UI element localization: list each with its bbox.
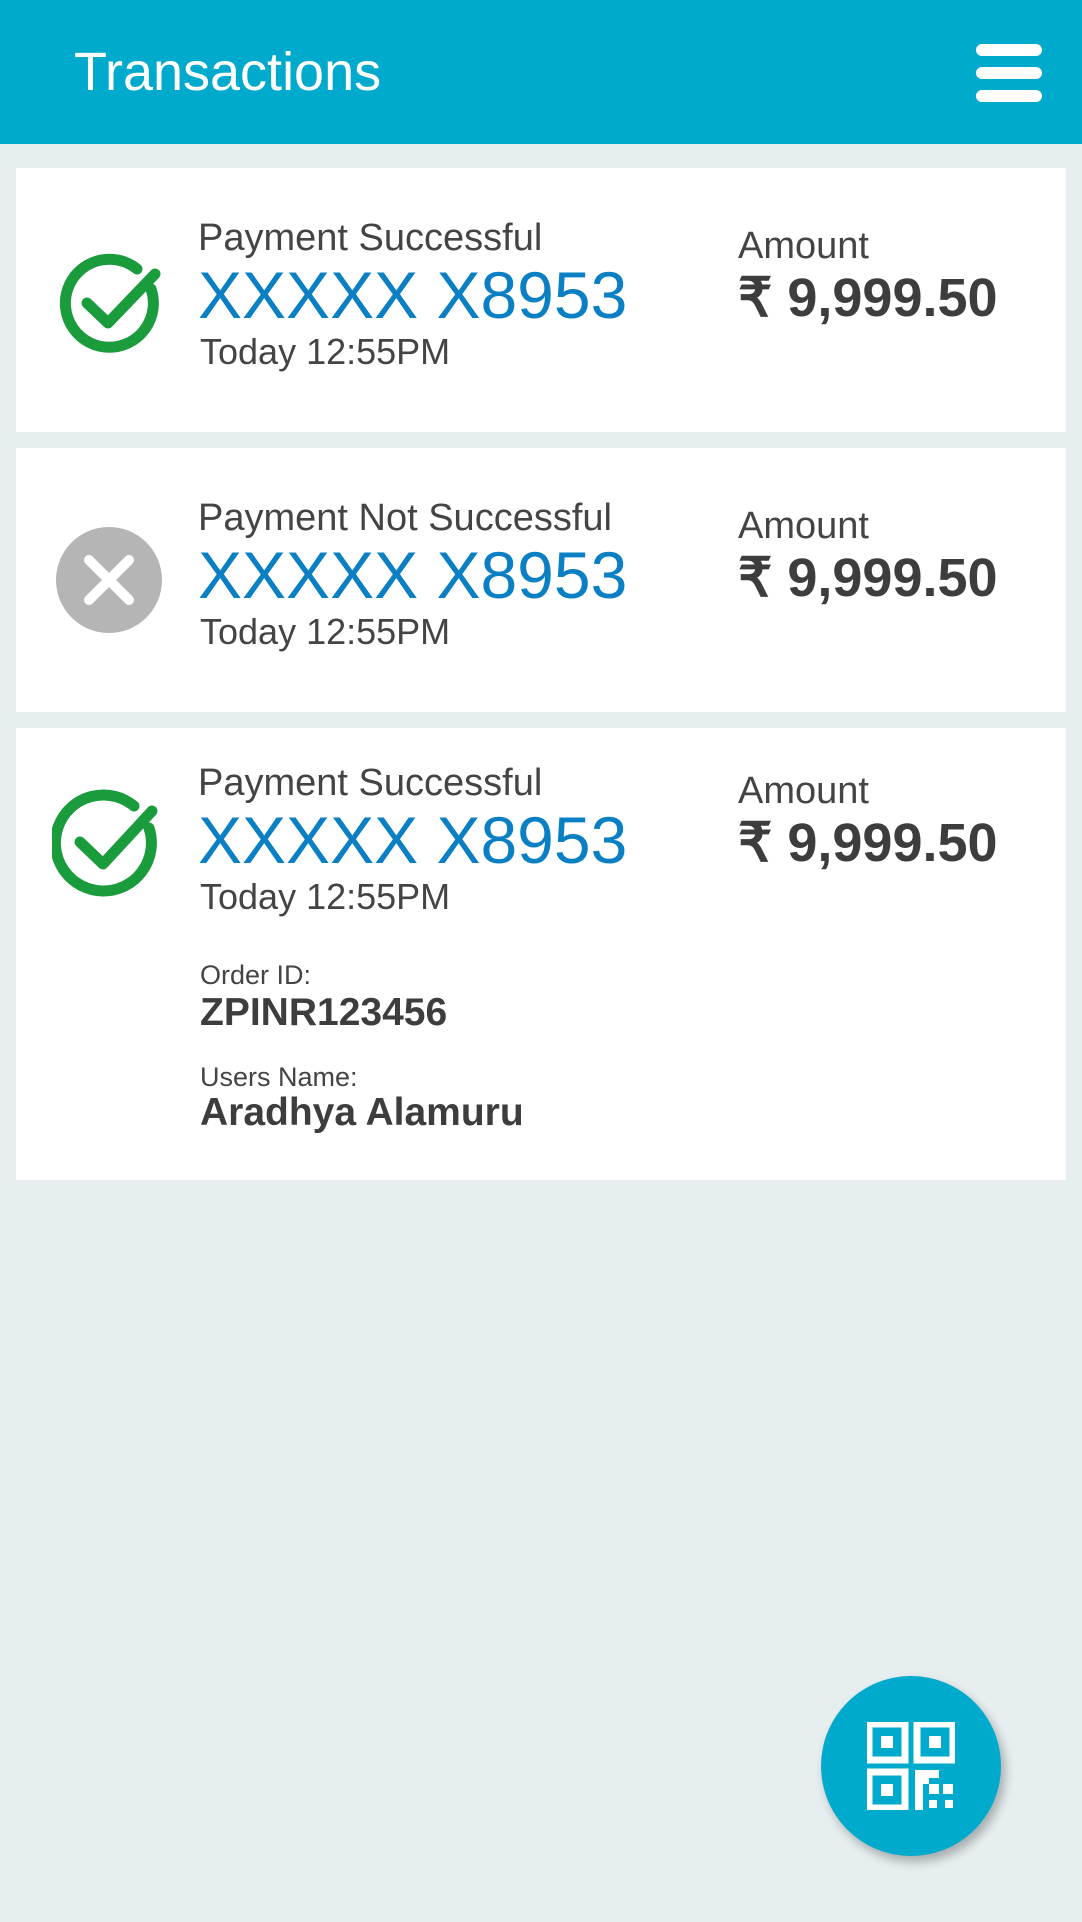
amount-label: Amount	[738, 225, 869, 267]
check-circle-icon	[52, 789, 158, 897]
amount-label: Amount	[738, 770, 869, 812]
transaction-time: Today 12:55PM	[200, 611, 451, 652]
app-header: Transactions	[0, 0, 1082, 144]
transaction-card[interactable]: Payment Successful XXXXX X8953 Today 12:…	[16, 168, 1066, 432]
amount-label: Amount	[738, 505, 869, 547]
amount-value: ₹ 9,999.50	[738, 548, 998, 608]
order-id-label: Order ID:	[200, 960, 312, 990]
hamburger-menu-icon[interactable]	[976, 44, 1042, 102]
masked-card-number: XXXXX X8953	[198, 803, 628, 877]
masked-card-number: XXXXX X8953	[198, 258, 628, 332]
check-circle-icon	[59, 253, 161, 353]
user-name-label: Users Name:	[200, 1062, 358, 1092]
transaction-card[interactable]: Payment Not Successful XXXXX X8953 Today…	[16, 448, 1066, 712]
transaction-card-expanded[interactable]: Payment Successful XXXXX X8953 Today 12:…	[16, 728, 1066, 1180]
transaction-time: Today 12:55PM	[200, 331, 451, 372]
transaction-status: Payment Successful	[198, 762, 543, 804]
transaction-status: Payment Successful	[198, 217, 543, 259]
amount-value: ₹ 9,999.50	[738, 268, 998, 328]
transaction-time: Today 12:55PM	[200, 876, 451, 917]
page-title: Transactions	[74, 42, 382, 102]
order-id-value: ZPINR123456	[200, 991, 448, 1034]
transaction-status: Payment Not Successful	[198, 497, 612, 539]
qr-code-icon	[867, 1722, 955, 1810]
close-circle-icon	[56, 527, 162, 633]
scan-qr-button[interactable]	[821, 1676, 1001, 1856]
amount-value: ₹ 9,999.50	[738, 813, 998, 873]
masked-card-number: XXXXX X8953	[198, 538, 628, 612]
user-name-value: Aradhya Alamuru	[200, 1091, 524, 1134]
